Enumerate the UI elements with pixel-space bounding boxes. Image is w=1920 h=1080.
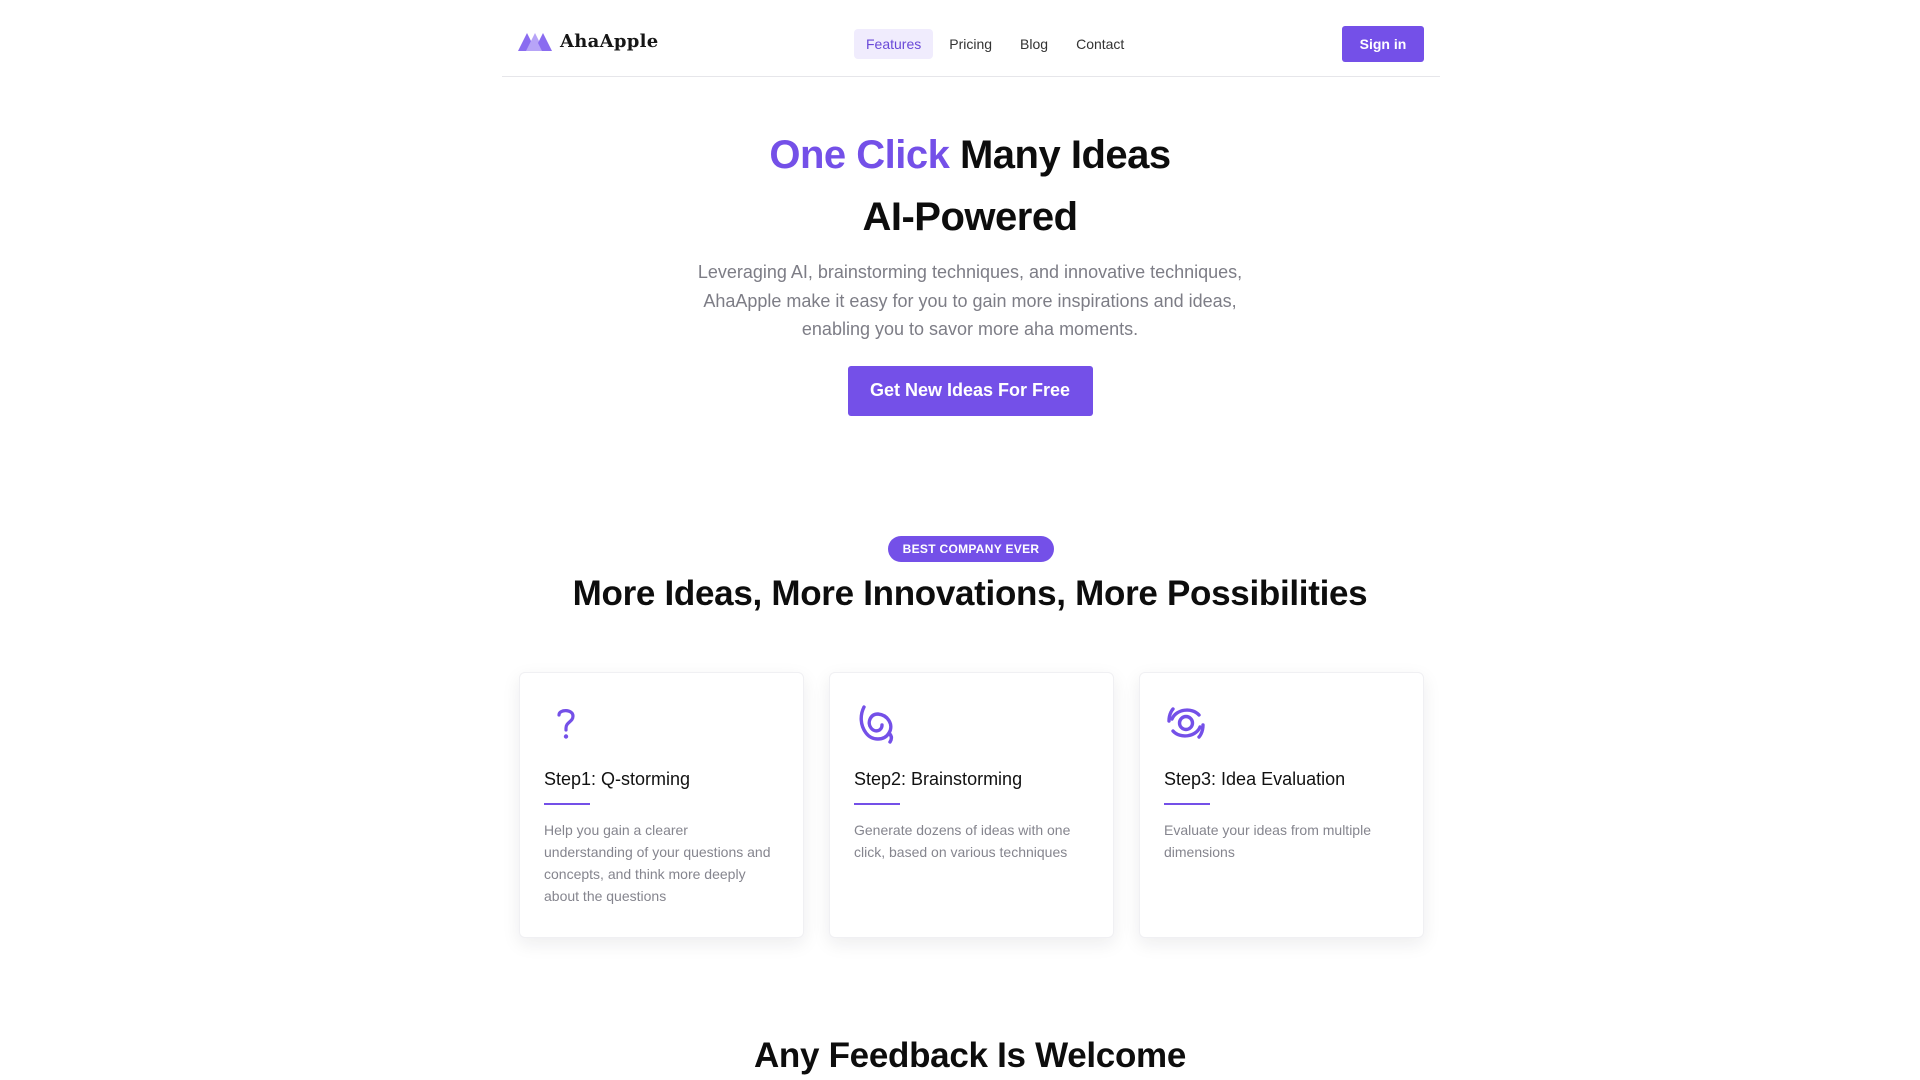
hero-section: One Click Many Ideas AI-Powered Leveragi… xyxy=(0,124,1920,416)
hero-title: One Click Many Ideas xyxy=(0,124,1920,186)
get-new-ideas-button[interactable]: Get New Ideas For Free xyxy=(847,365,1093,416)
eye-target-icon xyxy=(1167,707,1205,739)
feature-card-title: Step2: Brainstorming xyxy=(854,769,1023,789)
hero-title-rest: Many Ideas xyxy=(959,133,1171,177)
feature-card-title: Step3: Idea Evaluation xyxy=(1164,769,1346,789)
hero-subtitle: AI-Powered xyxy=(862,195,1078,239)
card-divider xyxy=(1164,803,1210,805)
best-company-badge: BEST COMPANY EVER xyxy=(888,536,1054,562)
brand-logo[interactable]: AhaApple xyxy=(518,30,659,52)
hero-title-accent: One Click xyxy=(769,133,950,177)
nav-features[interactable]: Features xyxy=(854,29,934,59)
site-header: AhaApple Features Pricing Blog Contact S… xyxy=(502,0,1440,77)
nav-contact[interactable]: Contact xyxy=(1064,29,1136,59)
main-nav: Features Pricing Blog Contact xyxy=(854,29,1136,59)
feature-cards: Step1: Q-storming Help you gain a cleare… xyxy=(519,672,1424,938)
card-divider xyxy=(854,803,900,805)
feature-card-brainstorming: Step2: Brainstorming Generate dozens of … xyxy=(829,672,1114,938)
landing-page: AhaApple Features Pricing Blog Contact S… xyxy=(0,0,1920,1080)
feature-card-title: Step1: Q-storming xyxy=(544,769,691,789)
feature-card-q-storming: Step1: Q-storming Help you gain a cleare… xyxy=(519,672,804,938)
brand-name: AhaApple xyxy=(560,30,659,52)
logo-mountain-icon xyxy=(518,33,552,51)
feature-card-description: Evaluate your ideas from multiple dimens… xyxy=(1164,822,1371,860)
spiral-target-icon xyxy=(859,705,894,744)
sign-in-button[interactable]: Sign in xyxy=(1342,26,1424,62)
features-title: More Ideas, More Innovations, More Possi… xyxy=(572,574,1368,613)
feature-card-description: Generate dozens of ideas with one click,… xyxy=(854,822,1071,860)
feature-card-idea-evaluation: Step3: Idea Evaluation Evaluate your ide… xyxy=(1139,672,1424,938)
question-mark-icon xyxy=(557,709,575,739)
nav-pricing[interactable]: Pricing xyxy=(937,29,1004,59)
hero-description: Leveraging AI, brainstorming techniques,… xyxy=(697,262,1243,339)
nav-blog[interactable]: Blog xyxy=(1008,29,1060,59)
feature-card-description: Help you gain a clearer understanding of… xyxy=(544,822,771,904)
card-divider xyxy=(544,803,590,805)
feedback-title: Any Feedback Is Welcome xyxy=(753,1036,1187,1075)
